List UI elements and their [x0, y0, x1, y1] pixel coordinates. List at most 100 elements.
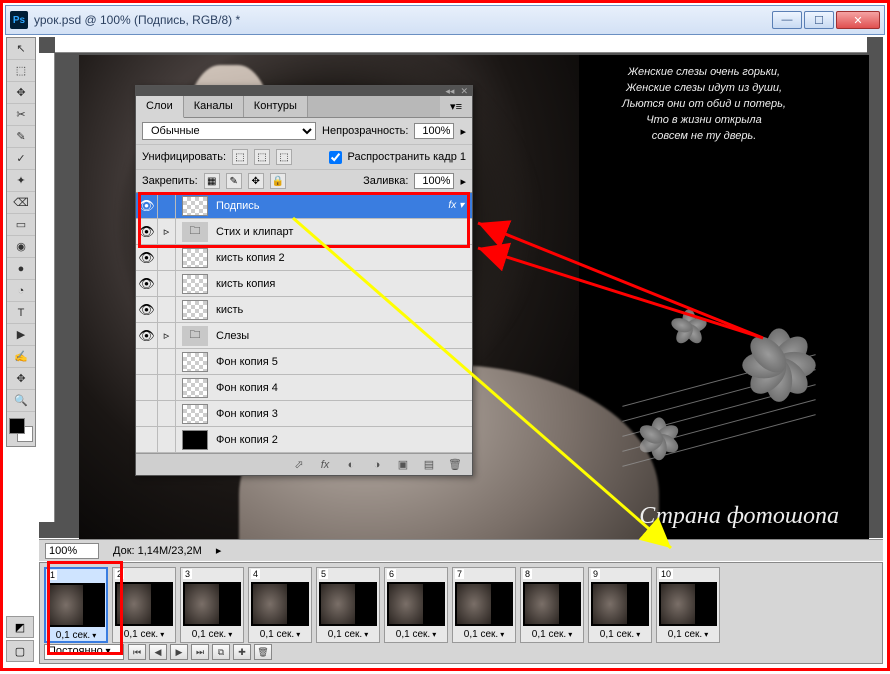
visibility-eye-icon[interactable]: [136, 375, 158, 401]
animation-frame[interactable]: 10,1 сек.: [44, 567, 108, 643]
tool-14[interactable]: ✍: [7, 346, 35, 368]
tool-8[interactable]: ▭: [7, 214, 35, 236]
timeline-btn-4[interactable]: ⧉: [212, 644, 230, 660]
lock-transparent-icon[interactable]: ▦: [204, 173, 220, 189]
ruler-vertical[interactable]: [39, 53, 55, 522]
layer-expand[interactable]: [158, 349, 176, 375]
tool-6[interactable]: ✦: [7, 170, 35, 192]
layer-expand[interactable]: [158, 297, 176, 323]
lock-pixels-icon[interactable]: ✎: [226, 173, 242, 189]
status-arrow-icon[interactable]: ▸: [216, 544, 222, 557]
visibility-eye-icon[interactable]: 👁: [136, 219, 158, 245]
layer-name[interactable]: кисть: [214, 304, 472, 316]
animation-frame[interactable]: 30,1 сек.: [180, 567, 244, 643]
visibility-eye-icon[interactable]: 👁: [136, 271, 158, 297]
layer-row[interactable]: 👁 кисть копия: [136, 271, 472, 297]
animation-frame[interactable]: 50,1 сек.: [316, 567, 380, 643]
blend-mode-select[interactable]: Обычные: [142, 122, 316, 140]
panel-collapse-icon[interactable]: ◂◂: [445, 86, 454, 97]
layer-row[interactable]: 👁▹🗀Слезы: [136, 323, 472, 349]
animation-frame[interactable]: 40,1 сек.: [248, 567, 312, 643]
frame-delay[interactable]: 0,1 сек.: [396, 629, 436, 640]
animation-frame[interactable]: 20,1 сек.: [112, 567, 176, 643]
link-layers-icon[interactable]: ⬀: [290, 457, 308, 473]
layer-expand[interactable]: [158, 245, 176, 271]
visibility-eye-icon[interactable]: 👁: [136, 323, 158, 349]
unify-position-icon[interactable]: ⬚: [232, 149, 248, 165]
tab-layers[interactable]: Слои: [136, 96, 184, 118]
frame-delay[interactable]: 0,1 сек.: [260, 629, 300, 640]
frame-delay[interactable]: 0,1 сек.: [192, 629, 232, 640]
layer-expand[interactable]: [158, 271, 176, 297]
frame-delay[interactable]: 0,1 сек.: [328, 629, 368, 640]
timeline-btn-1[interactable]: ◀: [149, 644, 167, 660]
ruler-horizontal[interactable]: [55, 37, 867, 53]
color-swatches[interactable]: [7, 416, 35, 446]
layer-expand[interactable]: ▹: [158, 323, 176, 349]
visibility-eye-icon[interactable]: [136, 427, 158, 453]
group-icon[interactable]: ▣: [394, 457, 412, 473]
animation-frame[interactable]: 70,1 сек.: [452, 567, 516, 643]
layer-name[interactable]: кисть копия 2: [214, 252, 472, 264]
layer-name[interactable]: Подпись: [214, 200, 448, 212]
layer-row[interactable]: 👁 кисть копия 2: [136, 245, 472, 271]
tool-11[interactable]: ◔: [7, 280, 35, 302]
panel-menu-icon[interactable]: ▾≡: [440, 96, 472, 117]
layer-row[interactable]: Фон копия 4: [136, 375, 472, 401]
layer-name[interactable]: Фон копия 5: [214, 356, 472, 368]
layer-expand[interactable]: [158, 427, 176, 453]
layer-name[interactable]: кисть копия: [214, 278, 472, 290]
opacity-input[interactable]: [414, 123, 454, 139]
timeline-btn-6[interactable]: 🗑: [254, 644, 272, 660]
zoom-input[interactable]: [45, 543, 99, 559]
animation-frame[interactable]: 60,1 сек.: [384, 567, 448, 643]
layer-row[interactable]: 👁▹🗀Стих и клипарт: [136, 219, 472, 245]
visibility-eye-icon[interactable]: 👁: [136, 245, 158, 271]
adjustment-icon[interactable]: ◑: [368, 457, 386, 473]
panel-close-icon[interactable]: ✕: [460, 86, 468, 97]
tool-0[interactable]: ↖: [7, 38, 35, 60]
layer-row[interactable]: Фон копия 5: [136, 349, 472, 375]
timeline-btn-0[interactable]: ⏮: [128, 644, 146, 660]
tool-16[interactable]: 🔍: [7, 390, 35, 412]
layer-name[interactable]: Фон копия 4: [214, 382, 472, 394]
layer-name[interactable]: Слезы: [214, 330, 472, 342]
layer-name[interactable]: Фон копия 2: [214, 434, 472, 446]
layer-expand[interactable]: [158, 193, 176, 219]
layer-row[interactable]: Фон копия 3: [136, 401, 472, 427]
unify-style-icon[interactable]: ⬚: [276, 149, 292, 165]
propagate-checkbox[interactable]: [329, 151, 342, 164]
animation-frame[interactable]: 90,1 сек.: [588, 567, 652, 643]
loop-select[interactable]: Постоянно ▾: [44, 644, 124, 660]
mask-icon[interactable]: ◐: [342, 457, 360, 473]
fx-icon[interactable]: fx: [316, 457, 334, 473]
new-layer-icon[interactable]: ▤: [420, 457, 438, 473]
fill-input[interactable]: [414, 173, 454, 189]
panel-grip[interactable]: ◂◂ ✕: [136, 86, 472, 96]
tool-1[interactable]: ⬚: [7, 60, 35, 82]
tool-12[interactable]: T: [7, 302, 35, 324]
frame-delay[interactable]: 0,1 сек.: [532, 629, 572, 640]
layer-row[interactable]: Фон копия 2: [136, 427, 472, 453]
layer-expand[interactable]: [158, 401, 176, 427]
tool-7[interactable]: ⌫: [7, 192, 35, 214]
tab-channels[interactable]: Каналы: [184, 96, 244, 117]
maximize-button[interactable]: ☐: [804, 11, 834, 29]
tool-2[interactable]: ✥: [7, 82, 35, 104]
tool-3[interactable]: ✂: [7, 104, 35, 126]
frame-delay[interactable]: 0,1 сек.: [668, 629, 708, 640]
frame-delay[interactable]: 0,1 сек.: [464, 629, 504, 640]
frame-delay[interactable]: 0,1 сек.: [56, 630, 96, 641]
visibility-eye-icon[interactable]: 👁: [136, 297, 158, 323]
tool-10[interactable]: ●: [7, 258, 35, 280]
animation-frame[interactable]: 100,1 сек.: [656, 567, 720, 643]
layer-row[interactable]: 👁 кисть: [136, 297, 472, 323]
screenmode-button[interactable]: ▢: [6, 640, 34, 662]
tool-9[interactable]: ◉: [7, 236, 35, 258]
timeline-btn-5[interactable]: ✚: [233, 644, 251, 660]
layers-panel[interactable]: ◂◂✕ Слои Каналы Контуры ▾≡ Обычные Непро…: [135, 85, 473, 476]
visibility-eye-icon[interactable]: [136, 349, 158, 375]
fx-indicator[interactable]: fx ▾: [448, 200, 472, 211]
visibility-eye-icon[interactable]: 👁: [136, 193, 158, 219]
tab-paths[interactable]: Контуры: [244, 96, 308, 117]
